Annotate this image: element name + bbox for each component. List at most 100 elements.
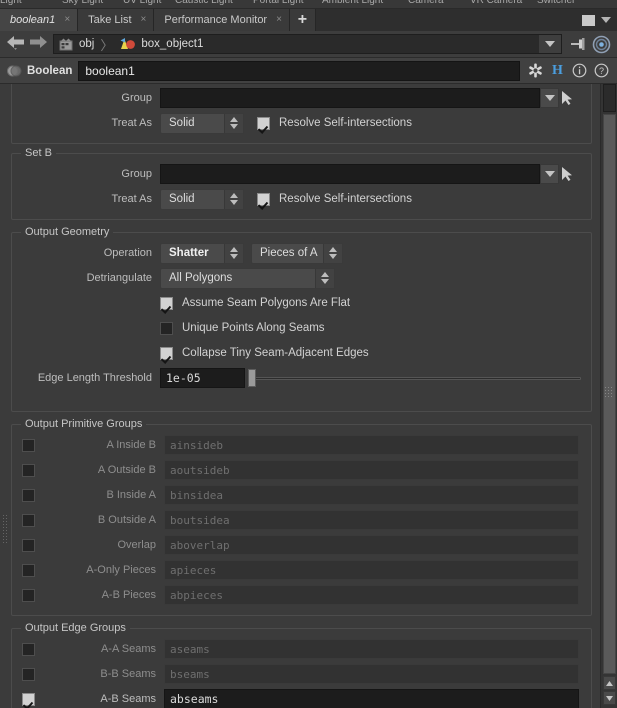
checkbox-icon[interactable]	[21, 463, 35, 477]
set-b-group-dropdown[interactable]	[540, 164, 559, 184]
close-icon[interactable]: ×	[64, 15, 70, 25]
pane-menu-icon[interactable]	[601, 17, 611, 23]
primitive-group-toggle-4[interactable]	[12, 538, 44, 552]
checkbox-icon[interactable]	[21, 642, 35, 656]
shelf-tool-2[interactable]: UV Light	[123, 0, 161, 6]
panel-resize-grip[interactable]	[604, 386, 613, 399]
checkbox-icon[interactable]	[21, 513, 35, 527]
close-icon[interactable]: ×	[141, 15, 147, 25]
edge-length-threshold-input[interactable]: 1e-05	[160, 368, 245, 388]
primitive-group-toggle-2[interactable]	[12, 488, 44, 502]
primitive-group-toggle-6[interactable]	[12, 588, 44, 602]
spinner-icon[interactable]	[224, 113, 243, 133]
vertical-scrollbar[interactable]	[600, 84, 617, 708]
shelf-tool-3[interactable]: Caustic Light	[175, 0, 233, 6]
section-title-output-edge-groups[interactable]: Output Edge Groups	[21, 622, 130, 634]
operator-type[interactable]: Boolean	[4, 63, 78, 79]
pin-icon[interactable]	[568, 33, 590, 55]
add-tab-button[interactable]: +	[289, 9, 316, 31]
set-b-resolve-toggle[interactable]: Resolve Self-intersections	[257, 192, 412, 206]
spinner-icon[interactable]	[315, 268, 334, 288]
primitive-group-input-0[interactable]: ainsideb	[164, 435, 579, 455]
maximize-pane-icon[interactable]	[582, 14, 595, 26]
set-a-group-pick-icon[interactable]	[559, 90, 575, 106]
primitive-group-toggle-5[interactable]	[12, 563, 44, 577]
primitive-group-input-3[interactable]: boutsidea	[164, 510, 579, 530]
primitive-group-toggle-3[interactable]	[12, 513, 44, 527]
shelf-tool-6[interactable]: Camera	[408, 0, 444, 6]
checkbox-icon[interactable]	[160, 321, 173, 335]
target-icon[interactable]	[590, 33, 612, 55]
tab-boolean1[interactable]: boolean1 ×	[0, 9, 79, 31]
spinner-icon[interactable]	[224, 243, 243, 263]
checkbox-icon[interactable]	[160, 346, 173, 360]
shelf-tool-0[interactable]: Light	[0, 0, 22, 6]
scroll-down-button[interactable]	[603, 691, 616, 705]
help-icon[interactable]: ?	[593, 62, 610, 80]
checkbox-icon[interactable]	[257, 116, 270, 130]
checkbox-icon[interactable]	[21, 488, 35, 502]
shelf-tool-7[interactable]: VR Camera	[470, 0, 522, 6]
scroll-up-button[interactable]	[603, 676, 616, 690]
breadcrumb-item-box-object1[interactable]: box_object1	[114, 35, 208, 53]
set-a-group-input[interactable]	[160, 88, 540, 108]
breadcrumb-dropdown-button[interactable]	[538, 35, 561, 53]
primitive-group-input-4[interactable]: aboverlap	[164, 535, 579, 555]
edge-group-toggle-2[interactable]	[12, 692, 44, 706]
edge-length-threshold-slider[interactable]	[245, 368, 591, 388]
gear-icon[interactable]	[527, 62, 544, 80]
forward-arrow-icon[interactable]	[27, 34, 49, 54]
shelf-tool-8[interactable]: Switcher	[537, 0, 575, 6]
tab-performance-monitor[interactable]: Performance Monitor ×	[154, 9, 290, 31]
collapse-tiny-edges-toggle[interactable]: Collapse Tiny Seam-Adjacent Edges	[160, 346, 369, 360]
breadcrumb-item-obj[interactable]: obj	[54, 35, 99, 53]
set-a-treat-as-menu[interactable]: Solid	[160, 112, 244, 134]
set-a-resolve-toggle[interactable]: Resolve Self-intersections	[257, 116, 412, 130]
shelf-tool-4[interactable]: Portal Light	[253, 0, 304, 6]
houdini-h-icon[interactable]: H	[549, 62, 566, 80]
set-b-treat-as-menu[interactable]: Solid	[160, 188, 244, 210]
set-b-group-input[interactable]	[160, 164, 540, 184]
scrollbar-thumb-top[interactable]	[603, 84, 616, 112]
set-a-group-dropdown[interactable]	[540, 88, 559, 108]
unique-points-toggle[interactable]: Unique Points Along Seams	[160, 321, 325, 335]
slider-handle[interactable]	[248, 369, 256, 387]
checkbox-icon[interactable]	[21, 588, 35, 602]
detriangulate-menu[interactable]: All Polygons	[160, 267, 335, 289]
close-icon[interactable]: ×	[276, 15, 282, 25]
shelf-tool-1[interactable]: Sky Light	[62, 0, 103, 6]
checkbox-icon[interactable]	[21, 667, 35, 681]
operation-subtype-menu[interactable]: Pieces of A	[251, 242, 343, 264]
breadcrumb[interactable]: obj 〉 box_object1	[53, 34, 562, 54]
back-arrow-icon[interactable]	[5, 34, 27, 54]
shelf-tool-5[interactable]: Ambient Light	[322, 0, 383, 6]
node-name-input[interactable]: boolean1	[78, 60, 520, 81]
checkbox-icon[interactable]	[21, 563, 35, 577]
section-title-set-b[interactable]: Set B	[21, 147, 56, 159]
spinner-icon[interactable]	[323, 243, 342, 263]
checkbox-icon[interactable]	[160, 296, 173, 310]
primitive-group-toggle-1[interactable]	[12, 463, 44, 477]
section-title-output-primitive-groups[interactable]: Output Primitive Groups	[21, 418, 147, 430]
operation-menu[interactable]: Shatter	[160, 242, 244, 264]
set-b-group-pick-icon[interactable]	[559, 166, 575, 182]
checkbox-icon[interactable]	[21, 538, 35, 552]
primitive-group-input-6[interactable]: abpieces	[164, 585, 579, 605]
checkbox-icon[interactable]	[21, 692, 35, 706]
section-title-output-geometry[interactable]: Output Geometry	[21, 226, 114, 238]
assume-seam-flat-toggle[interactable]: Assume Seam Polygons Are Flat	[160, 296, 350, 310]
spinner-icon[interactable]	[224, 189, 243, 209]
checkbox-icon[interactable]	[257, 192, 270, 206]
panel-resize-grip-left[interactable]	[2, 514, 7, 544]
primitive-group-input-2[interactable]: binsidea	[164, 485, 579, 505]
edge-group-toggle-0[interactable]	[12, 642, 44, 656]
primitive-group-toggle-0[interactable]	[12, 438, 44, 452]
tab-take-list[interactable]: Take List ×	[78, 9, 155, 31]
info-icon[interactable]	[571, 62, 588, 80]
edge-group-input-1[interactable]: bseams	[164, 664, 579, 684]
primitive-group-input-5[interactable]: apieces	[164, 560, 579, 580]
checkbox-icon[interactable]	[21, 438, 35, 452]
edge-group-toggle-1[interactable]	[12, 667, 44, 681]
edge-group-input-2[interactable]: abseams	[164, 689, 579, 708]
edge-group-input-0[interactable]: aseams	[164, 639, 579, 659]
